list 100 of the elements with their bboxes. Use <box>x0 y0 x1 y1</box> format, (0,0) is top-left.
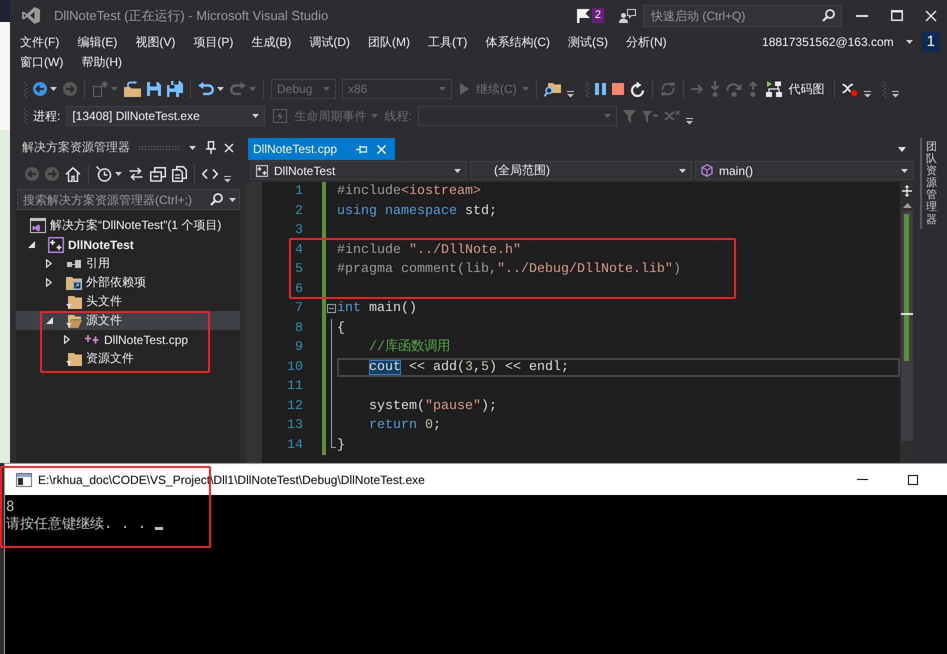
tree-item[interactable]: DllNoteTest.cpp <box>62 330 192 349</box>
menu-item[interactable]: 测试(S) <box>559 32 617 50</box>
caret-icon <box>901 168 908 172</box>
menu-item[interactable]: 编辑(E) <box>68 32 126 50</box>
code-line: system("pause"); <box>368 398 497 416</box>
process-dropdown[interactable]: [13408] DllNoteTest.exe <box>66 106 266 126</box>
clock-icon[interactable] <box>96 166 112 182</box>
overflow-caret-icon[interactable] <box>864 91 871 98</box>
flag-icon[interactable] <box>576 8 590 22</box>
save-all-icon[interactable] <box>167 81 183 97</box>
lightning-icon <box>273 109 288 123</box>
code-line: #include<iostream> <box>337 183 481 201</box>
collapse-toggle-icon[interactable] <box>327 304 336 314</box>
pin-icon[interactable] <box>356 144 368 154</box>
maximize-icon[interactable] <box>908 474 918 484</box>
menu-item[interactable]: 项目(P) <box>184 32 242 50</box>
line-number: 12 <box>286 398 303 416</box>
close-icon[interactable] <box>224 142 234 152</box>
caret-icon[interactable] <box>217 87 224 91</box>
account-badge[interactable]: 1 <box>922 32 940 52</box>
side-tab[interactable]: 团队资源管理器 <box>920 138 941 229</box>
menu-item[interactable]: 调试(D) <box>300 32 359 50</box>
caret-icon[interactable] <box>50 87 57 91</box>
folder-icon <box>66 352 82 366</box>
account-name[interactable]: 18817351562@163.com <box>762 34 894 48</box>
tree-item[interactable]: 外部依赖项 <box>44 273 150 292</box>
menu-item[interactable]: 体系结构(C) <box>476 32 559 50</box>
back-icon[interactable] <box>33 82 47 96</box>
quick-launch-field[interactable]: 快速启动 (Ctrl+Q) <box>643 4 842 26</box>
home-icon[interactable] <box>65 166 81 182</box>
search-field[interactable]: 搜索解决方案资源管理器(Ctrl+;) <box>17 189 240 210</box>
pin-icon[interactable] <box>206 141 216 154</box>
undo-icon[interactable] <box>198 82 214 96</box>
line-number: 3 <box>294 222 303 240</box>
tree-item[interactable]: 资源文件 <box>44 349 138 368</box>
collapsed-arrow-icon[interactable] <box>46 259 52 268</box>
search-icon[interactable] <box>822 9 835 22</box>
menu-item[interactable]: 视图(V) <box>126 32 184 50</box>
overflow-caret-icon[interactable] <box>566 91 574 98</box>
caret-icon <box>323 87 330 91</box>
menu-item[interactable]: 文件(F) <box>11 32 68 50</box>
stop-icon[interactable] <box>612 83 624 95</box>
code-line: } <box>337 436 345 454</box>
menu-item[interactable]: 生成(B) <box>242 32 300 50</box>
caret-icon[interactable] <box>115 172 122 176</box>
restart-icon[interactable] <box>630 81 645 97</box>
caret-icon[interactable] <box>229 198 236 202</box>
expanded-arrow-icon[interactable] <box>46 317 53 324</box>
documents-icon[interactable] <box>172 166 187 182</box>
pause-icon[interactable] <box>594 83 606 95</box>
expanded-arrow-icon[interactable] <box>28 241 35 248</box>
navigation-dropdown[interactable]: DllNoteTest <box>250 161 467 180</box>
code-line: #include "../DllNote.h" <box>337 242 521 260</box>
cpp-file-icon <box>85 335 99 344</box>
minimize-icon[interactable] <box>856 14 868 16</box>
navigation-dropdown[interactable]: main() <box>695 161 914 180</box>
tree-item[interactable]: DllNoteTest <box>26 235 138 254</box>
breakpoint-icon[interactable] <box>842 81 858 97</box>
person-chat-icon[interactable] <box>619 8 636 22</box>
open-folder-icon[interactable] <box>124 81 141 97</box>
overflow-caret-icon[interactable] <box>224 176 231 183</box>
caret-icon[interactable] <box>189 146 196 150</box>
collapsed-arrow-icon[interactable] <box>64 335 70 344</box>
folder-search-icon[interactable] <box>544 81 561 97</box>
open-folder-icon <box>66 314 82 328</box>
scroll-up-icon[interactable] <box>902 203 912 208</box>
overflow-caret-icon[interactable] <box>686 118 693 125</box>
code-map-button[interactable]: 代码图 <box>764 80 827 98</box>
menu-item[interactable]: 工具(T) <box>419 32 476 50</box>
notification-badge[interactable]: 2 <box>592 8 604 23</box>
menu-item[interactable]: 团队(M) <box>359 32 419 50</box>
split-handle-icon[interactable] <box>902 185 912 197</box>
window-title: DllNoteTest (正在运行) - Microsoft Visual Studio <box>54 6 328 24</box>
line-number: 11 <box>286 378 303 396</box>
caret-icon[interactable] <box>898 146 906 152</box>
editor-tab[interactable]: DllNoteTest.cpp <box>248 138 396 160</box>
console-text: 请按任意键继续. . . <box>6 516 146 533</box>
stacked-windows-icon[interactable] <box>150 166 166 182</box>
navigation-dropdown[interactable]: (全局范围) <box>470 161 692 180</box>
code-brackets-icon[interactable] <box>202 169 218 179</box>
vertical-scrollbar[interactable] <box>900 182 914 463</box>
sync-arrows-icon[interactable] <box>128 167 144 181</box>
tree-item[interactable]: 头文件 <box>44 292 126 311</box>
tree-item[interactable]: 源文件 <box>16 311 240 330</box>
grip-icon[interactable] <box>138 145 181 150</box>
caret-icon <box>439 87 446 91</box>
close-icon[interactable] <box>925 10 937 22</box>
line-number: 13 <box>286 417 303 435</box>
tree-item[interactable]: 引用 <box>44 254 114 273</box>
search-icon[interactable] <box>210 193 223 206</box>
overflow-caret-icon[interactable] <box>892 91 899 98</box>
menu-item[interactable]: 窗口(W) <box>11 53 72 71</box>
code-line: int main() <box>337 300 417 318</box>
menu-item[interactable]: 帮助(H) <box>72 53 131 71</box>
menu-item[interactable]: 分析(N) <box>617 32 676 50</box>
tree-item[interactable]: 解决方案“DllNoteTest”(1 个项目) <box>30 216 226 235</box>
scrollbar-thumb[interactable] <box>901 211 913 441</box>
collapsed-arrow-icon[interactable] <box>46 278 52 287</box>
save-icon[interactable] <box>147 82 161 96</box>
caret-icon[interactable] <box>906 40 913 44</box>
